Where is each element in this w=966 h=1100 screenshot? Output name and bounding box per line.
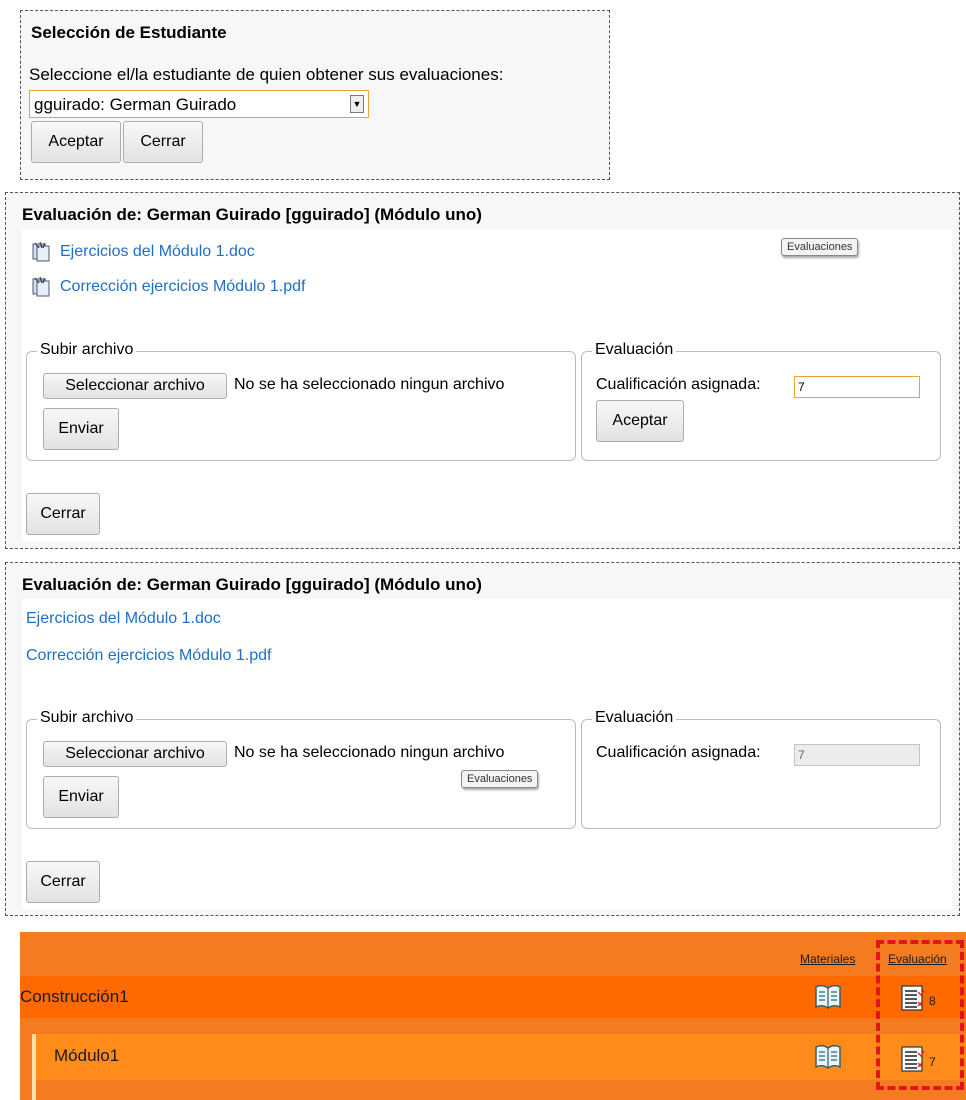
file-attachment-icon [30,240,54,264]
file-link[interactable]: Ejercicios del Módulo 1.doc [60,243,255,261]
evaluaciones-tooltip: Evaluaciones [461,770,539,788]
file-attachment-icon [30,275,54,299]
course-name[interactable]: Construcción1 [20,987,129,1007]
upload-legend: Subir archivo [37,709,137,727]
student-dropdown-value: gguirado: German Guirado [34,95,237,114]
no-file-text: No se ha seleccionado ningun archivo [234,376,505,393]
module-name[interactable]: Módulo1 [54,1046,119,1066]
chevron-down-icon[interactable]: ▼ [350,95,364,113]
student-select-title: Selección de Estudiante [31,23,227,42]
grade-label: Cualificación asignada: [596,376,761,393]
materials-column-header[interactable]: Materiales [800,952,855,966]
upload-fieldset: Subir archivo Seleccionar archivo No se … [26,709,576,829]
evaluation-fieldset: Evaluación Cualificación asignada: [581,709,941,829]
evaluation-title: Evaluación de: German Guirado [gguirado]… [22,205,482,224]
module-indent-bar [32,1034,36,1100]
evaluation-panel-editable: Evaluación de: German Guirado [gguirado]… [5,192,960,549]
evaluation-panel-readonly: Evaluación de: German Guirado [gguirado]… [5,562,960,916]
close-button[interactable]: Cerrar [26,861,100,903]
send-button[interactable]: Enviar [43,776,119,818]
grade-input[interactable] [794,376,920,398]
send-button[interactable]: Enviar [43,408,119,450]
evaluation-fieldset: Evaluación Cualificación asignada: Acept… [581,341,941,461]
file-link[interactable]: Corrección ejercicios Módulo 1.pdf [26,647,271,665]
file-link[interactable]: Corrección ejercicios Módulo 1.pdf [60,278,305,296]
close-button[interactable]: Cerrar [123,121,203,163]
student-dropdown[interactable]: gguirado: German Guirado ▼ [29,90,369,118]
evaluaciones-tooltip: Evaluaciones [781,238,859,256]
grade-input-readonly [794,744,920,766]
book-materials-icon[interactable] [814,1044,842,1075]
grade-accept-button[interactable]: Aceptar [596,400,684,442]
evaluation-legend: Evaluación [592,341,677,359]
accept-button[interactable]: Aceptar [31,121,121,163]
evaluation-column-highlight [876,940,964,1090]
no-file-text: No se ha seleccionado ningun archivo [234,744,505,761]
choose-file-button[interactable]: Seleccionar archivo [43,741,227,767]
upload-legend: Subir archivo [37,341,137,359]
upload-fieldset: Subir archivo Seleccionar archivo No se … [26,341,576,461]
course-list: Materiales Evaluación Construcción1 Módu… [20,932,966,1100]
evaluation-legend: Evaluación [592,709,677,727]
close-button[interactable]: Cerrar [26,493,100,535]
file-row[interactable]: Corrección ejercicios Módulo 1.pdf [30,275,305,299]
student-select-prompt: Seleccione el/la estudiante de quien obt… [29,65,504,84]
book-materials-icon[interactable] [814,984,842,1015]
file-link[interactable]: Ejercicios del Módulo 1.doc [26,610,221,628]
evaluation-title: Evaluación de: German Guirado [gguirado]… [22,575,482,594]
student-select-panel: Selección de Estudiante Seleccione el/la… [20,10,610,180]
grade-label: Cualificación asignada: [596,744,761,761]
file-row[interactable]: Ejercicios del Módulo 1.doc [30,240,255,264]
choose-file-button[interactable]: Seleccionar archivo [43,373,227,399]
